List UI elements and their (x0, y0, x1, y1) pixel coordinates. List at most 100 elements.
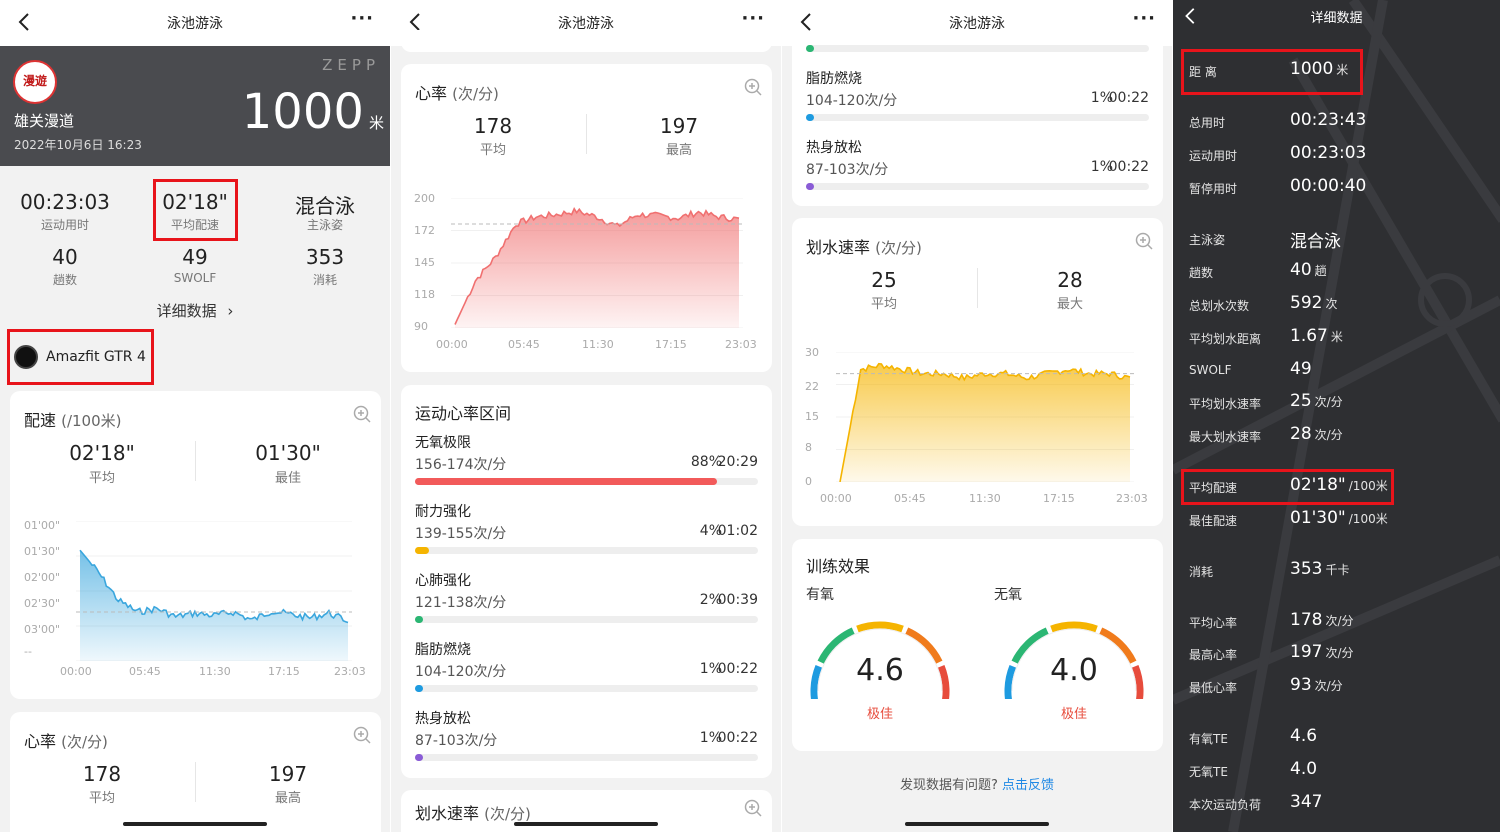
home-indicator[interactable] (123, 822, 267, 826)
detail-key: 最佳配速 (1189, 514, 1238, 528)
detail-value-unit: 次/分 (1314, 428, 1343, 442)
zone-bar-fill (806, 183, 814, 190)
detail-value-unit: 米 (1330, 330, 1343, 344)
avg-hr-label: 平均 (88, 791, 115, 806)
detail-key: 平均划水距离 (1189, 332, 1262, 346)
home-indicator[interactable] (514, 822, 658, 826)
zone-time: 00:22 (1108, 159, 1149, 175)
gauge-segment (856, 621, 904, 633)
avg-stroke-value: 25 (871, 268, 897, 292)
zoom-in-icon[interactable] (353, 405, 371, 423)
zone-range: 104-120次/分 (415, 664, 507, 680)
card-title: 配速 (/100米) (24, 411, 122, 430)
zone-bar (415, 547, 758, 554)
x-tick-label: 23:03 (725, 338, 757, 351)
aerobic-label: 有氧 (806, 587, 834, 603)
stat-label: 趟数 (52, 273, 77, 287)
stat-value: 40 (52, 245, 78, 269)
home-indicator[interactable] (905, 822, 1049, 826)
chevron-right-icon: › (227, 302, 234, 320)
screen-swim-summary: 泳池游泳 ··· ZΕPP 漫遊 雄关漫道 2022年10月6日 16:23 1… (0, 0, 390, 832)
zone-range: 156-174次/分 (415, 457, 507, 473)
detail-value: 00:23:43 (1290, 110, 1366, 130)
x-tick-label: 23:03 (1116, 492, 1148, 505)
detail-row: 主泳姿 混合泳 (1189, 228, 1489, 252)
detail-row: 最佳配速 01'30"/100米 (1189, 508, 1489, 531)
heart-rate-chart (451, 198, 743, 328)
more-icon[interactable]: ··· (350, 8, 374, 29)
zone-bar-fill (806, 45, 814, 52)
avatar[interactable]: 漫遊 (13, 60, 57, 104)
page-title: 泳池游泳 (949, 16, 1005, 32)
zone-name: 脂肪燃烧 (415, 642, 471, 658)
best-pace-label: 最佳 (274, 471, 301, 486)
card-title: 划水速率 (次/分) (806, 238, 922, 257)
detail-row: 平均划水距离 1.67 米 (1189, 326, 1489, 349)
x-tick-label: 23:03 (334, 665, 366, 678)
anaerobic-label: 无氧 (994, 587, 1022, 603)
detail-value: 93 次/分 (1290, 675, 1343, 695)
stat-value: 353 (305, 245, 345, 269)
zone-name: 脂肪燃烧 (806, 71, 862, 87)
feedback-link[interactable]: 点击反馈 (1002, 778, 1054, 793)
detail-value: 00:00:40 (1290, 176, 1366, 196)
avg-stroke-label: 平均 (870, 297, 897, 312)
detail-value-number: 178 (1290, 610, 1323, 630)
detail-value: 00:23:03 (1290, 143, 1366, 163)
more-icon[interactable]: ··· (741, 8, 765, 29)
detail-key: 最高心率 (1189, 648, 1238, 662)
detail-key: 总用时 (1189, 116, 1226, 130)
detail-row: 暂停用时 00:00:40 (1189, 176, 1489, 199)
zone-name: 无氧极限 (415, 435, 471, 451)
detail-data-link[interactable]: 详细数据 › (0, 300, 390, 321)
aerobic-grade: 极佳 (866, 707, 893, 722)
divider (195, 441, 196, 481)
detail-value-number: 93 (1290, 675, 1312, 695)
brand-logo: ZΕPP (322, 56, 380, 74)
zone-range: 139-155次/分 (415, 526, 507, 542)
detail-value-unit: 趟 (1314, 264, 1327, 278)
zone-range: 121-138次/分 (415, 595, 507, 611)
zone-time: 00:22 (717, 730, 758, 746)
max-hr-label: 最高 (274, 791, 301, 806)
zone-time: 00:22 (717, 661, 758, 677)
avg-hr-value: 178 (473, 114, 513, 138)
stroke-rate-chart (836, 352, 1134, 482)
zone-bar-fill (415, 685, 423, 692)
x-tick-label: 05:45 (129, 665, 161, 678)
detail-value-number: 01'30" (1290, 508, 1346, 528)
y-tick-label: 145 (414, 256, 435, 269)
y-tick-label: 30 (805, 346, 819, 359)
zone-bar (415, 478, 758, 485)
x-tick-label: 05:45 (508, 338, 540, 351)
zoom-in-icon[interactable] (1135, 232, 1153, 250)
feedback-row: 发现数据有问题? 点击反馈 (782, 774, 1172, 793)
y-tick-label: 172 (414, 224, 435, 237)
zoom-in-icon[interactable] (744, 799, 762, 817)
detail-value-number: 40 (1290, 260, 1312, 280)
detail-key: 有氧TE (1189, 732, 1228, 746)
detail-value: 4.6 (1290, 726, 1317, 746)
training-effect-card: 训练效果 有氧 无氧 4.6 4.0 极佳 极佳 (792, 539, 1163, 751)
detail-data-label: 详细数据 (156, 302, 217, 320)
detail-row: SWOLF 49 (1189, 359, 1489, 382)
best-pace-value: 01'30" (255, 441, 321, 465)
pace-chart (76, 521, 352, 661)
stroke-rate-card: 划水速率 (次/分) 25 平均 28 最大 30 22 15 8 0 00:0… (792, 218, 1163, 526)
detail-value-number: 49 (1290, 359, 1312, 379)
zone-name: 耐力强化 (415, 504, 471, 520)
detail-row: 总划水次数 592 次 (1189, 293, 1489, 316)
gauge-segment (1050, 621, 1098, 633)
detail-value-unit: 次/分 (1314, 679, 1343, 693)
more-icon[interactable]: ··· (1132, 8, 1156, 29)
zone-time: 01:02 (717, 523, 758, 539)
detail-value-number: 4.0 (1290, 759, 1318, 779)
zone-bar-fill (415, 754, 423, 761)
zoom-in-icon[interactable] (353, 726, 371, 744)
zoom-in-icon[interactable] (744, 78, 762, 96)
detail-value-number: 00:23:03 (1290, 143, 1367, 163)
y-tick-label: 200 (414, 192, 435, 205)
page-title: 详细数据 (1310, 11, 1363, 26)
detail-value-unit: 次/分 (1325, 646, 1354, 660)
scrolled-card-bottom (401, 30, 772, 52)
